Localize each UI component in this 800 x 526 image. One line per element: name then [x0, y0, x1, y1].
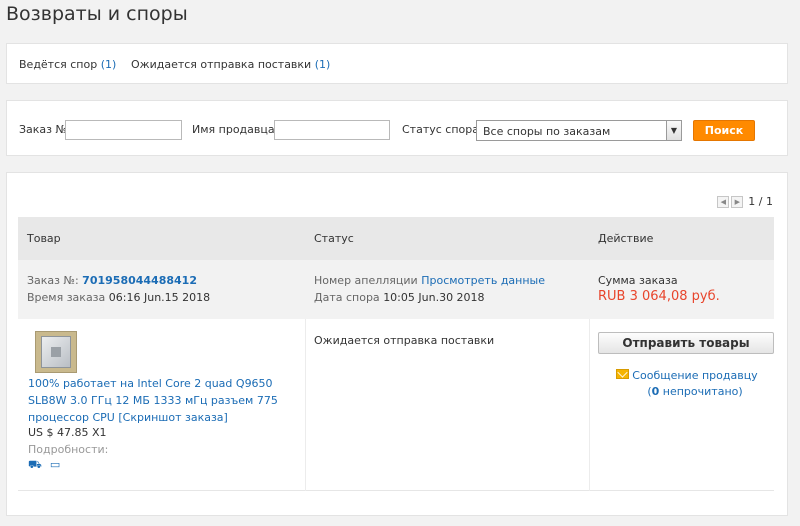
card-icon[interactable]: ▭ [50, 459, 60, 471]
column-header-status: Статус [314, 232, 354, 245]
search-panel: Заказ №: Имя продавца : Статус спора: Вс… [6, 100, 788, 156]
dispute-status-select[interactable]: Все споры по заказам ▼ [476, 120, 682, 141]
tab-awaiting-shipment[interactable]: Ожидается отправка поставки (1) [131, 58, 330, 71]
order-number-label: Заказ №: [27, 274, 79, 287]
order-time-value: 06:16 Jun.15 2018 [108, 291, 211, 304]
tab-count: (1) [100, 58, 117, 71]
orders-panel: ◀ ▶ 1 / 1 Товар Статус Действие Заказ №:… [6, 172, 788, 516]
details-label: Подробности: [28, 443, 109, 456]
table-header: Товар Статус Действие [18, 217, 774, 260]
order-number-label: Заказ №: [19, 123, 71, 136]
search-button[interactable]: Поиск [693, 120, 755, 141]
column-header-product: Товар [27, 232, 61, 245]
truck-icon[interactable]: ⛟ [28, 459, 42, 471]
column-divider [589, 319, 590, 491]
appeal-line: Номер апелляции Просмотреть данные [314, 274, 545, 287]
dispute-date-label: Дата спора [314, 291, 380, 304]
chevron-down-icon: ▼ [666, 121, 681, 140]
order-snapshot-link[interactable]: [Скриншот заказа] [118, 411, 228, 424]
order-time-label: Время заказа [27, 291, 106, 304]
order-summary-row: Заказ №: 701958044488412 Время заказа 06… [18, 260, 774, 319]
page-title: Возвраты и споры [6, 3, 188, 25]
order-total-label: Сумма заказа [598, 274, 678, 287]
dispute-status-label: Статус спора: [402, 123, 483, 136]
tab-label: Ведётся спор [19, 58, 98, 71]
order-number-link[interactable]: 701958044488412 [82, 274, 197, 287]
order-total-value: RUB 3 064,08 руб. [598, 289, 720, 304]
view-details-link[interactable]: Просмотреть данные [421, 274, 545, 287]
order-time-line: Время заказа 06:16 Jun.15 2018 [27, 291, 210, 304]
ship-items-button[interactable]: Отправить товары [598, 332, 774, 354]
seller-name-input[interactable] [274, 120, 390, 140]
product-title: 100% работает на Intel Core 2 quad Q9650… [28, 375, 308, 426]
order-number-input[interactable] [65, 120, 182, 140]
order-number-line: Заказ №: 701958044488412 [27, 274, 197, 287]
appeal-label: Номер апелляции [314, 274, 418, 287]
product-thumbnail[interactable] [35, 331, 77, 373]
tab-label: Ожидается отправка поставки [131, 58, 312, 71]
tab-dispute-in-progress[interactable]: Ведётся спор (1) [19, 58, 116, 71]
dispute-status-value: Все споры по заказам [483, 125, 611, 138]
pagination: ◀ ▶ 1 / 1 [717, 195, 773, 208]
dispute-date-line: Дата спора 10:05 Jun.30 2018 [314, 291, 485, 304]
dispute-date-value: 10:05 Jun.30 2018 [383, 291, 485, 304]
message-seller-link[interactable]: Сообщение продавцу [616, 368, 774, 384]
seller-name-label: Имя продавца : [192, 123, 282, 136]
detail-icons: ⛟ ▭ [28, 459, 60, 471]
item-status: Ожидается отправка поставки [314, 334, 495, 347]
message-seller: Сообщение продавцу (0 непрочитано) [616, 368, 774, 400]
tab-count: (1) [314, 58, 331, 71]
envelope-icon [616, 369, 629, 379]
order-item-row: 100% работает на Intel Core 2 quad Q9650… [18, 319, 774, 491]
column-header-action: Действие [598, 232, 654, 245]
cpu-image [41, 336, 71, 368]
unread-count: (0 непрочитано) [616, 384, 774, 400]
unread-suffix: непрочитано) [659, 385, 743, 398]
chevron-left-icon[interactable]: ◀ [717, 195, 730, 208]
chevron-right-icon[interactable]: ▶ [731, 195, 744, 208]
dispute-filter-tabs: Ведётся спор (1) Ожидается отправка пост… [6, 43, 788, 84]
product-price: US $ 47.85 X1 [28, 426, 107, 439]
page-indicator: 1 / 1 [748, 195, 773, 208]
